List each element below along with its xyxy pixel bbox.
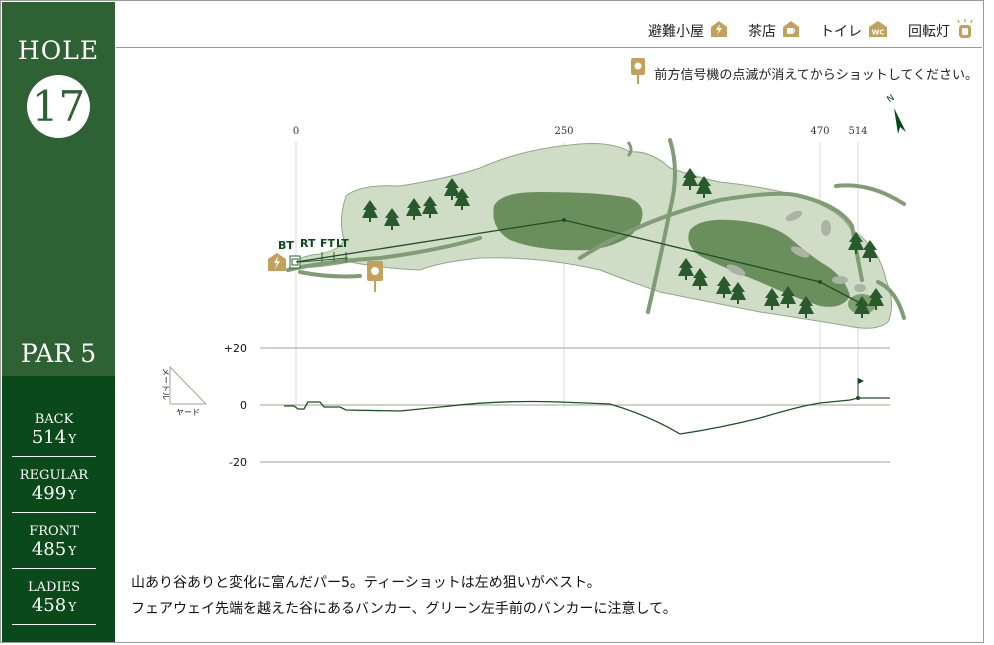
elevation-label: 0 (240, 399, 247, 412)
svg-text:N: N (885, 93, 896, 105)
description-line: 山あり谷ありと変化に富んだパー5。ティーショットは左め狙いがベスト。 (131, 575, 601, 591)
signal-light-icon (367, 261, 383, 292)
axis-meter-label: メートル (161, 368, 170, 400)
elevation-label: +20 (224, 342, 247, 355)
axis-yard-label: ヤード (176, 408, 200, 417)
distance-label: 470 (810, 126, 829, 137)
cart-path (626, 141, 633, 158)
description-line: フェアウェイ先端を越えた谷にあるバンカー、グリーン左手前のバンカーに注意して。 (131, 601, 677, 617)
tee-marker-label: RT (300, 237, 316, 250)
tee-marker-label: LT (336, 237, 349, 250)
distance-label: 250 (554, 126, 573, 137)
tee-marker-label: BT (278, 239, 294, 252)
compass-north-icon: N (885, 93, 906, 134)
elevation-axis-key: メートル ヤード (161, 365, 208, 417)
distance-label: 0 (293, 126, 299, 137)
elevation-label: -20 (229, 456, 247, 469)
hole-description: 山あり谷ありと変化に富んだパー5。ティーショットは左め狙いがベスト。 フェアウェ… (131, 570, 677, 622)
tee-marker-label: FT (320, 237, 336, 250)
flag-icon (858, 378, 864, 384)
hole-map: 0 250 470 514 BT RT FT LT N +20 0 -20 メー… (161, 93, 906, 469)
shelter-lightning-icon (268, 253, 286, 271)
distance-label: 514 (848, 126, 867, 137)
elevation-profile: +20 0 -20 (224, 342, 890, 469)
